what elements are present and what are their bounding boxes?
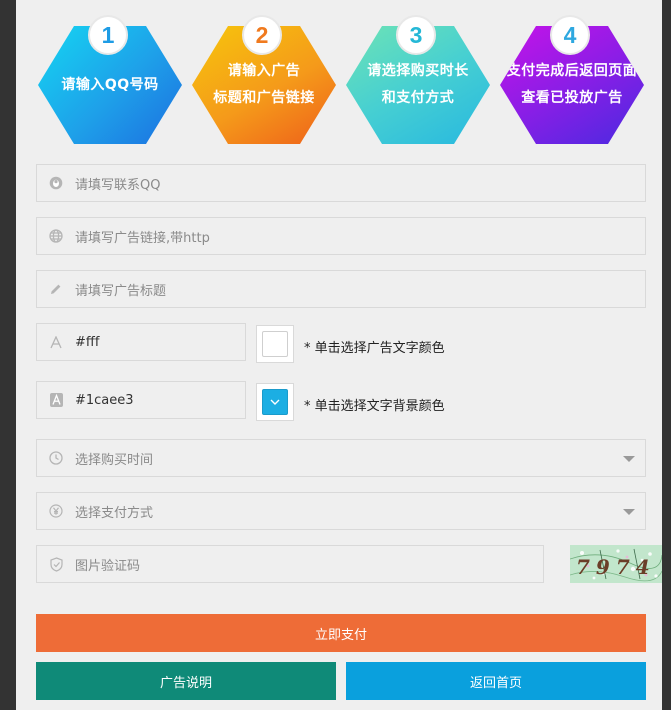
- text-color-hint: * 单击选择广告文字颜色: [304, 341, 445, 356]
- yen-icon: [37, 493, 75, 529]
- chevron-down-icon: [270, 399, 280, 405]
- bg-color-swatch[interactable]: [262, 389, 288, 415]
- ad-explain-button[interactable]: 广告说明: [36, 662, 336, 700]
- bg-color-hint: * 单击选择文字背景颜色: [304, 399, 445, 414]
- qq-input[interactable]: 请填写联系QQ: [75, 174, 160, 193]
- step-4-text-line1: 支付完成后返回页面: [506, 63, 638, 79]
- bg-color-input[interactable]: #1caee3: [75, 393, 134, 408]
- shield-icon: [37, 546, 75, 582]
- globe-icon: [37, 218, 75, 254]
- chevron-down-icon[interactable]: [623, 456, 635, 462]
- duration-select-value[interactable]: 选择购买时间: [75, 449, 153, 468]
- step-3-text-line1: 请选择购买时长: [367, 63, 469, 79]
- qq-icon: [37, 165, 75, 201]
- ad-form-panel: 请输入QQ号码 1 请输入广告 标题和广告链接 2 请选择购买时长 和支付方式 …: [16, 0, 662, 710]
- chevron-down-icon[interactable]: [623, 509, 635, 515]
- home-button[interactable]: 返回首页: [346, 662, 646, 700]
- pencil-icon: [37, 271, 75, 307]
- step-2-text-line1: 请输入广告: [227, 63, 301, 79]
- step-1-number: 1: [88, 15, 128, 55]
- duration-select[interactable]: 选择购买时间: [36, 439, 646, 477]
- pay-button[interactable]: 立即支付: [36, 614, 646, 652]
- text-color-input[interactable]: #fff: [75, 335, 99, 350]
- step-3: 请选择购买时长 和支付方式 3: [344, 14, 492, 146]
- font-filled-icon: [37, 382, 75, 418]
- step-3-text-line2: 和支付方式: [381, 90, 455, 106]
- step-4-text-line2: 查看已投放广告: [521, 90, 623, 106]
- title-field[interactable]: 请填写广告标题: [36, 270, 646, 308]
- title-input[interactable]: 请填写广告标题: [75, 280, 166, 299]
- bg-color-field[interactable]: #1caee3: [36, 381, 246, 419]
- link-input[interactable]: 请填写广告链接,带http: [75, 227, 210, 246]
- text-color-picker[interactable]: [256, 325, 294, 363]
- payment-select-value[interactable]: 选择支付方式: [75, 502, 153, 521]
- captcha-field[interactable]: 图片验证码: [36, 545, 544, 583]
- payment-select[interactable]: 选择支付方式: [36, 492, 646, 530]
- clock-icon: [37, 440, 75, 476]
- font-icon: [37, 324, 75, 360]
- step-2-number: 2: [242, 15, 282, 55]
- qq-field[interactable]: 请填写联系QQ: [36, 164, 646, 202]
- step-4: 支付完成后返回页面 查看已投放广告 4: [498, 14, 646, 146]
- bg-color-picker[interactable]: [256, 383, 294, 421]
- text-color-swatch[interactable]: [262, 331, 288, 357]
- step-1: 请输入QQ号码 1: [36, 14, 184, 146]
- captcha-text: 7974: [576, 555, 656, 579]
- link-field[interactable]: 请填写广告链接,带http: [36, 217, 646, 255]
- step-2: 请输入广告 标题和广告链接 2: [190, 14, 338, 146]
- text-color-field[interactable]: #fff: [36, 323, 246, 361]
- captcha-input[interactable]: 图片验证码: [75, 555, 140, 574]
- step-2-text-line2: 标题和广告链接: [213, 90, 315, 106]
- step-3-number: 3: [396, 15, 436, 55]
- captcha-image[interactable]: 7974: [570, 545, 662, 583]
- step-4-number: 4: [550, 15, 590, 55]
- step-1-text: 请输入QQ号码: [61, 76, 159, 93]
